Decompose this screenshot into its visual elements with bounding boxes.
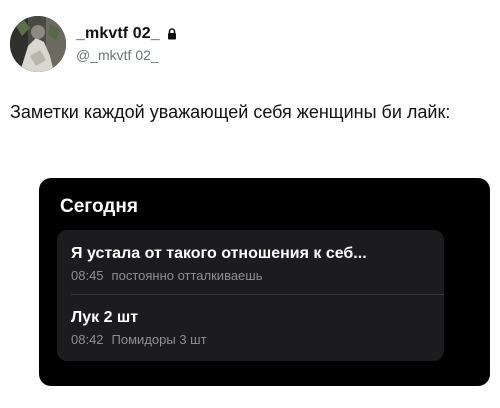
note-divider <box>71 294 444 295</box>
tweet-page: _mkvtf 02_ @_mkvtf 02_ Заметки каждой ув… <box>0 0 500 408</box>
note-preview: Помидоры 3 шт <box>111 332 207 347</box>
author-names: _mkvtf 02_ @_mkvtf 02_ <box>76 25 177 63</box>
note-time: 08:45 <box>71 268 104 283</box>
note-meta: 08:45 постоянно отталкиваешь <box>71 268 430 283</box>
avatar-photo-icon <box>10 16 66 72</box>
note-item[interactable]: Я устала от такого отношения к себ... 08… <box>71 245 430 283</box>
lock-icon <box>167 28 177 40</box>
display-name[interactable]: _mkvtf 02_ <box>76 25 160 43</box>
note-title: Лук 2 шт <box>71 309 139 326</box>
tweet-header: _mkvtf 02_ @_mkvtf 02_ <box>10 16 177 72</box>
notes-section-title: Сегодня <box>60 196 138 217</box>
note-meta: 08:42 Помидоры 3 шт <box>71 332 430 347</box>
tweet-text: Заметки каждой уважающей себя женщины би… <box>10 102 451 122</box>
avatar[interactable] <box>10 16 66 72</box>
display-name-row: _mkvtf 02_ <box>76 25 177 43</box>
user-handle[interactable]: @_mkvtf 02_ <box>76 47 177 63</box>
note-item[interactable]: Лук 2 шт 08:42 Помидоры 3 шт <box>71 309 430 347</box>
note-preview: постоянно отталкиваешь <box>111 268 263 283</box>
notes-screenshot: Сегодня Я устала от такого отношения к с… <box>39 178 490 386</box>
note-title: Я устала от такого отношения к себ... <box>71 245 367 262</box>
notes-list: Я устала от такого отношения к себ... 08… <box>57 230 444 361</box>
note-time: 08:42 <box>71 332 104 347</box>
